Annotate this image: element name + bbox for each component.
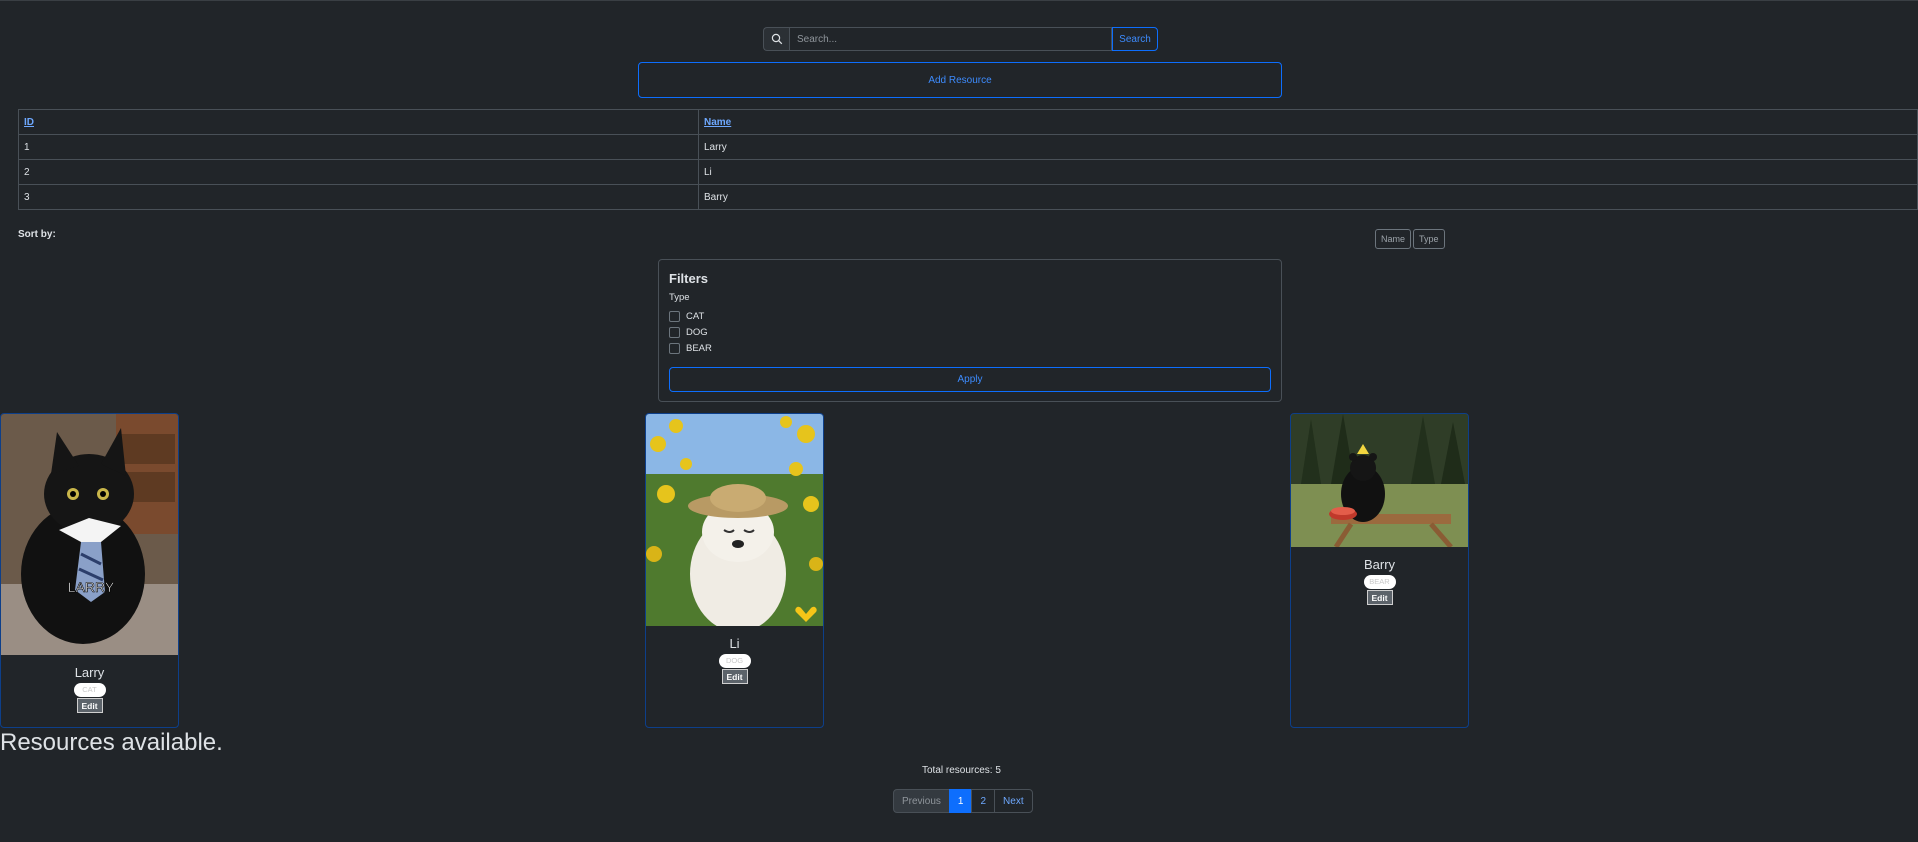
- pagination-previous[interactable]: Previous: [893, 789, 950, 813]
- pagination-page-2[interactable]: 2: [971, 789, 996, 813]
- sort-type-button[interactable]: Type: [1413, 229, 1445, 249]
- table-cell-name: Li: [698, 159, 1918, 185]
- resources-heading: Resources available.: [0, 729, 223, 756]
- total-resources: Total resources: 5: [922, 765, 1001, 776]
- filter-dog-checkbox[interactable]: [669, 327, 680, 338]
- type-badge: DOG: [718, 654, 751, 668]
- filters-title: Filters: [669, 271, 709, 286]
- column-header-id[interactable]: ID: [18, 109, 699, 135]
- sort-name-link[interactable]: Name: [704, 117, 731, 128]
- type-badge: BEAR: [1363, 575, 1396, 589]
- card-name: Li: [729, 636, 740, 651]
- resource-card-larry: LARRY Larry CAT Edit: [0, 413, 179, 728]
- search-button[interactable]: Search: [1112, 27, 1158, 51]
- card-name: Larry: [74, 665, 105, 680]
- dog-photo: [646, 414, 823, 626]
- edit-button[interactable]: Edit: [721, 669, 748, 684]
- pagination-next[interactable]: Next: [994, 789, 1033, 813]
- filter-option-label: CAT: [686, 311, 705, 322]
- add-resource-button[interactable]: Add Resource: [638, 62, 1282, 98]
- table-cell-name: Larry: [698, 134, 1918, 160]
- filter-type-label: Type: [669, 292, 690, 303]
- cat-photo: LARRY: [1, 414, 178, 655]
- filter-option-cat[interactable]: CAT: [669, 311, 704, 322]
- table-row: 1 Larry: [18, 134, 1918, 160]
- card-name: Barry: [1363, 557, 1396, 572]
- filter-cat-checkbox[interactable]: [669, 311, 680, 322]
- filter-option-label: DOG: [686, 327, 708, 338]
- search-bar: Search: [763, 27, 1158, 51]
- search-input[interactable]: [789, 27, 1112, 51]
- resource-card-li: Li DOG Edit: [645, 413, 824, 728]
- bear-photo: [1291, 414, 1468, 547]
- pagination-page-1[interactable]: 1: [948, 789, 973, 813]
- table-row: 3 Barry: [18, 184, 1918, 210]
- pagination: Previous 1 2 Next: [893, 789, 1033, 813]
- filters-panel: Filters Type CAT DOG BEAR Apply: [658, 259, 1282, 402]
- sort-name-button[interactable]: Name: [1375, 229, 1412, 249]
- sort-by-label: Sort by:: [18, 229, 56, 240]
- resources-table: ID Name 1 Larry 2 Li 3 Barry: [18, 109, 1918, 210]
- table-cell-name: Barry: [698, 184, 1918, 210]
- table-cell-id: 3: [18, 184, 699, 210]
- table-header-row: ID Name: [18, 109, 1918, 135]
- edit-button[interactable]: Edit: [76, 698, 103, 713]
- type-badge: CAT: [73, 683, 106, 697]
- filter-option-label: BEAR: [686, 343, 712, 354]
- filter-option-bear[interactable]: BEAR: [669, 343, 712, 354]
- table-cell-id: 2: [18, 159, 699, 185]
- cat-photo-caption: LARRY: [68, 579, 115, 595]
- filter-option-dog[interactable]: DOG: [669, 327, 708, 338]
- edit-button[interactable]: Edit: [1366, 590, 1393, 605]
- filter-bear-checkbox[interactable]: [669, 343, 680, 354]
- search-icon[interactable]: [763, 27, 789, 51]
- table-cell-id: 1: [18, 134, 699, 160]
- sort-id-link[interactable]: ID: [24, 117, 34, 128]
- table-row: 2 Li: [18, 159, 1918, 185]
- apply-filters-button[interactable]: Apply: [669, 367, 1271, 392]
- resource-card-barry: Barry BEAR Edit: [1290, 413, 1469, 728]
- column-header-name[interactable]: Name: [698, 109, 1918, 135]
